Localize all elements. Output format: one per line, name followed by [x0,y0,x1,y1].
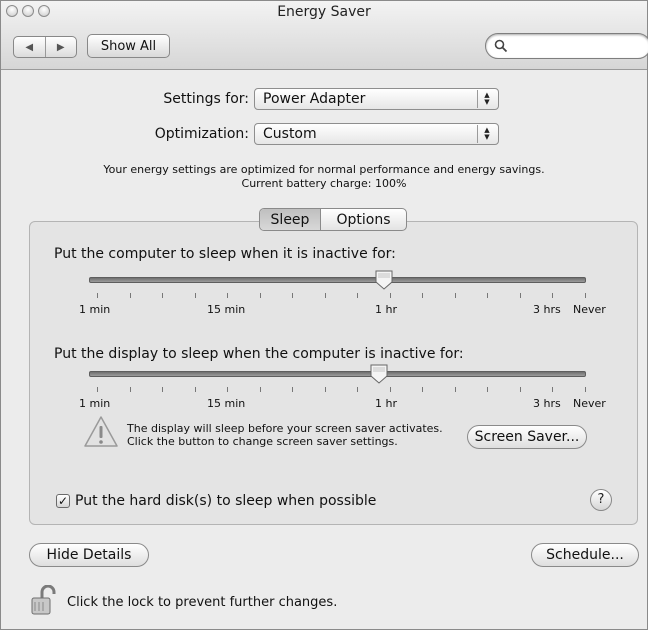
tick-label: 15 min [207,303,246,316]
forward-button[interactable]: ▶ [46,37,77,57]
lock-open-icon[interactable] [31,585,57,615]
warning-line: Click the button to change screen saver … [127,435,398,448]
warning-icon [84,416,118,447]
tick-label: 3 hrs [533,303,561,316]
slider-tick [292,293,294,298]
slider-tick [487,387,489,392]
slider-tick [422,293,424,298]
tab-sleep[interactable]: Sleep [260,209,321,230]
optimization-value: Custom [263,126,317,142]
schedule-button[interactable]: Schedule... [531,543,639,567]
tab-options[interactable]: Options [321,209,406,230]
optimization-label: Optimization: [154,126,249,142]
slider-tick [552,387,554,392]
forward-arrow-icon: ▶ [56,41,65,53]
slider-tick [227,293,229,298]
display-sleep-label: Put the display to sleep when the comput… [54,346,464,362]
slider-tick [162,293,164,298]
optimization-popup[interactable]: Custom ▲ ▼ [254,123,499,145]
display-sleep-track[interactable] [89,371,586,377]
display-sleep-slider-thumb[interactable] [370,364,388,384]
slider-tick [487,293,489,298]
tick-label: 1 min [79,303,111,316]
slider-tick [97,293,98,298]
computer-sleep-label: Put the computer to sleep when it is ina… [54,246,396,262]
back-button[interactable]: ◀ [14,37,46,57]
back-forward-control: ◀ ▶ [13,36,77,58]
slider-tick [292,387,294,392]
screen-saver-button[interactable]: Screen Saver... [467,425,587,449]
slider-tick [585,293,586,298]
slider-tick [194,293,196,298]
slider-tick [259,387,261,392]
battery-charge-info: Current battery charge: 100% [241,177,407,190]
slider-tick [227,387,229,392]
optimization-info: Your energy settings are optimized for n… [103,163,545,176]
screen-saver-warning: The display will sleep before your scree… [127,422,443,448]
slider-tick [357,387,359,392]
slider-tick [454,387,456,392]
slider-tick [324,293,326,298]
popup-arrows-icon: ▲ ▼ [477,90,496,108]
slider-tick [519,387,521,392]
slider-tick [129,387,131,392]
back-arrow-icon: ◀ [25,41,34,53]
energy-saver-window: Energy Saver ◀ ▶ Show All Settings for: … [0,0,648,630]
slider-tick [259,293,261,298]
search-icon [494,39,508,53]
settings-for-label: Settings for: [163,91,249,107]
settings-for-popup[interactable]: Power Adapter ▲ ▼ [254,88,499,110]
window-title: Energy Saver [277,4,371,20]
title-bar: Energy Saver ◀ ▶ Show All [1,1,648,70]
popup-arrows-icon: ▲ ▼ [477,125,496,143]
tick-label: Never [573,303,606,316]
slider-tick [389,387,391,392]
slider-tick [357,293,359,298]
slider-tick [129,293,131,298]
tick-label: 3 hrs [533,397,561,410]
show-all-button[interactable]: Show All [87,34,170,58]
disk-sleep-checkbox[interactable]: ✓ [56,494,70,508]
slider-tick [454,293,456,298]
tick-label: 15 min [207,397,246,410]
tick-label: 1 min [79,397,111,410]
disk-sleep-label[interactable]: Put the hard disk(s) to sleep when possi… [75,493,376,509]
lock-message: Click the lock to prevent further change… [67,595,338,610]
slider-tick [585,387,586,392]
slider-tick [194,387,196,392]
settings-for-value: Power Adapter [263,91,366,107]
slider-tick [389,293,391,298]
tab-segmented-control: Sleep Options [259,208,407,231]
tick-label: Never [573,397,606,410]
tick-label: 1 hr [375,303,397,316]
slider-tick [519,293,521,298]
search-field[interactable] [485,33,648,59]
warning-line: The display will sleep before your scree… [127,422,443,435]
computer-sleep-slider-thumb[interactable] [375,270,393,290]
slider-tick [324,387,326,392]
slider-tick [162,387,164,392]
slider-tick [552,293,554,298]
help-button[interactable]: ? [590,489,612,511]
computer-sleep-track[interactable] [89,277,586,283]
hide-details-button[interactable]: Hide Details [29,543,149,567]
tick-label: 1 hr [375,397,397,410]
slider-tick [422,387,424,392]
slider-tick [97,387,98,392]
